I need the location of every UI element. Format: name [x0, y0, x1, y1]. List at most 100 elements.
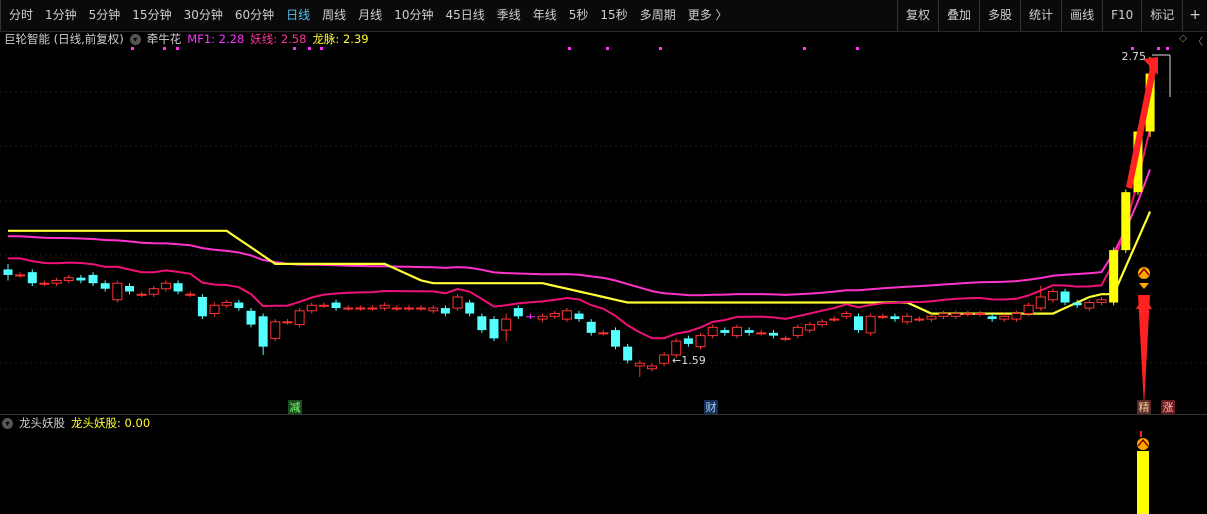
mf1-value: MF1: 2.28 [187, 32, 245, 46]
candle-body [999, 315, 1010, 320]
candle-body [598, 332, 609, 335]
candle-body [477, 316, 487, 331]
period-tab[interactable]: 30分钟 [178, 0, 229, 31]
tag-jing[interactable]: 精 [1137, 400, 1151, 414]
lower-indicator-value: 龙头妖股: 0.00 [71, 416, 151, 430]
signal-dot [293, 47, 296, 50]
period-tab[interactable]: 45日线 [439, 0, 490, 31]
candle-body [744, 330, 754, 333]
candle-body [221, 302, 232, 306]
chart-corner-icons: ◇ 〈 [1179, 33, 1203, 48]
period-tab[interactable]: 季线 [491, 0, 527, 31]
candle-body [15, 274, 26, 277]
candle-body [938, 313, 949, 317]
candle-body [270, 321, 281, 339]
candle-body [1011, 313, 1022, 320]
candle-body [258, 316, 268, 347]
period-tab[interactable]: 15分钟 [126, 0, 177, 31]
candle-body [586, 321, 596, 333]
tag-jing-text: 精 [1139, 401, 1150, 414]
period-tab[interactable]: 年线 [527, 0, 563, 31]
candle-body [1121, 192, 1131, 251]
candle-body [513, 308, 523, 317]
period-tab[interactable]: 多周期 [634, 0, 682, 31]
period-tab[interactable]: 1分钟 [39, 0, 83, 31]
candle-body [416, 307, 427, 310]
candle-body [634, 362, 645, 367]
candle-body [209, 304, 220, 315]
candle-body [865, 315, 876, 334]
mf1-line [8, 169, 1152, 297]
period-tab[interactable]: 5秒 [563, 0, 595, 31]
lower-indicator-name[interactable]: 龙头妖股 [19, 415, 65, 431]
candle-body [428, 307, 439, 312]
indicator-dropdown-icon[interactable]: ▾ [129, 33, 141, 45]
down-arrow-body [1138, 295, 1150, 407]
period-tab[interactable]: 月线 [352, 0, 388, 31]
candle-body [367, 307, 378, 310]
tool-button[interactable]: F10 [1102, 0, 1141, 31]
long-value: 龙脉: 2.39 [312, 32, 369, 46]
candle-body [768, 332, 778, 336]
signal-dot [1157, 47, 1160, 50]
tool-button[interactable]: 标记 [1141, 0, 1182, 31]
tag-jian[interactable]: 减 [288, 400, 302, 414]
signal-dot [308, 47, 311, 50]
period-tab[interactable]: 更多 〉 [682, 0, 734, 31]
candle-body [611, 330, 620, 347]
signal-dot [568, 47, 571, 50]
period-tab[interactable]: 周线 [316, 0, 352, 31]
candle-body [732, 326, 742, 337]
candle-body [646, 365, 657, 370]
lower-dropdown-icon[interactable]: ▾ [2, 417, 13, 429]
period-tab[interactable]: 日线 [280, 0, 316, 31]
tool-button[interactable]: 多股 [979, 0, 1020, 31]
stock-title: 巨轮智能 (日线,前复权) [4, 32, 124, 46]
period-toolbar: 分时 1分钟 5分钟 15分钟 30分钟 60分钟 日线 周线 月线 10分钟 45日线 季线 年线 5秒… [0, 0, 1207, 32]
candle-body [695, 335, 706, 348]
candle-body [792, 326, 803, 337]
candle-body [804, 324, 815, 331]
candle-body [902, 315, 913, 323]
candle-body [854, 316, 863, 331]
tool-button[interactable]: 统计 [1020, 0, 1061, 31]
period-tab[interactable]: 60分钟 [229, 0, 280, 31]
candle-body [914, 318, 925, 321]
candle-body [294, 310, 305, 326]
signal-dot [131, 47, 134, 50]
candle-body [877, 315, 888, 318]
candle-body [841, 313, 852, 317]
signal-dots [131, 47, 1169, 50]
candle-body [452, 296, 463, 309]
candle-body [489, 319, 499, 339]
candlestick-chart[interactable]: 2.75 ←1.59 减 财 精 涨 [0, 47, 1207, 414]
candle-body [987, 316, 997, 320]
candle-body [829, 318, 840, 321]
diamond-icon[interactable]: ◇ [1179, 33, 1187, 48]
candle-body [318, 304, 329, 307]
period-tab[interactable]: 分时 [0, 0, 39, 31]
tag-zhang[interactable]: 涨 [1161, 400, 1175, 414]
candle-body [1084, 302, 1095, 309]
tool-button[interactable]: 复权 [897, 0, 938, 31]
candle-body [1096, 299, 1107, 304]
period-tab[interactable]: 10分钟 [388, 0, 439, 31]
chart-grid [0, 91, 1207, 364]
tool-button[interactable]: 叠加 [938, 0, 979, 31]
candle-body [780, 337, 791, 340]
candle-body [343, 307, 354, 310]
indicator-name[interactable]: 牵牛花 [147, 31, 182, 47]
candle-body [282, 321, 293, 324]
chevron-left-icon[interactable]: 〈 [1193, 33, 1203, 48]
tag-cai[interactable]: 财 [704, 400, 718, 414]
candle-body [561, 310, 572, 320]
tool-button[interactable]: 画线 [1061, 0, 1102, 31]
period-tab[interactable]: 15秒 [594, 0, 633, 31]
add-button[interactable]: + [1182, 0, 1207, 31]
candle-body [331, 302, 341, 309]
candle-body [112, 282, 123, 301]
period-tab[interactable]: 5分钟 [83, 0, 127, 31]
candle-body [403, 307, 414, 310]
candle-body [950, 313, 961, 317]
lower-indicator-chart[interactable] [0, 431, 1207, 514]
